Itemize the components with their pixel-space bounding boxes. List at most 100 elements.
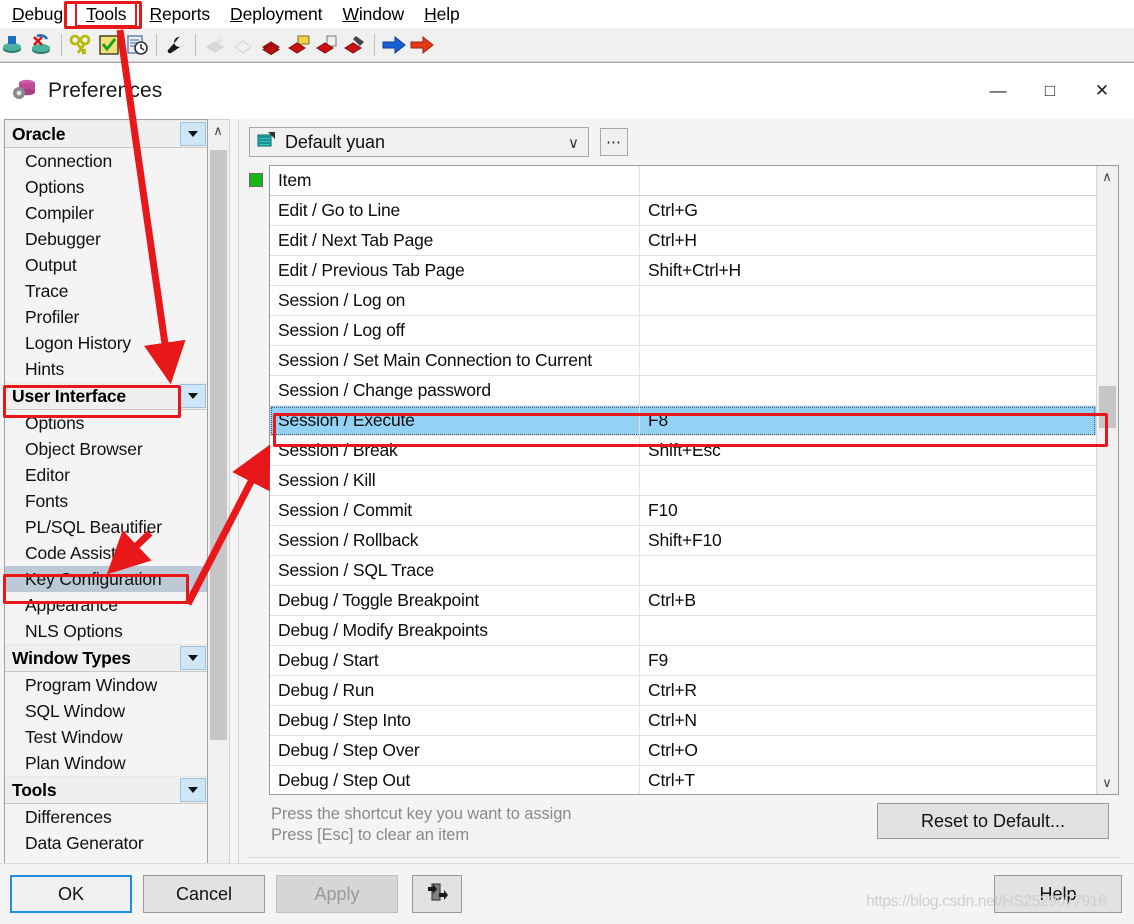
menu-item-tools[interactable]: Tools xyxy=(75,1,138,27)
save-icon[interactable] xyxy=(0,31,28,59)
blue-arrow-right-icon[interactable] xyxy=(380,31,408,59)
table-row[interactable]: Session / Break Shift+Esc xyxy=(270,436,1096,466)
tree-group-expand-button[interactable] xyxy=(180,778,206,802)
maximize-button[interactable]: □ xyxy=(1024,70,1076,112)
key-table-rows-area[interactable]: Item Edit / Go to Line Ctrl+G Edit / Next T… xyxy=(270,166,1096,794)
table-row[interactable]: Debug / Step Out Ctrl+T xyxy=(270,766,1096,794)
table-row[interactable]: Session / SQL Trace xyxy=(270,556,1096,586)
cancel-button[interactable]: Cancel xyxy=(143,875,265,913)
sidebar-item-pl-sql-beautifier[interactable]: PL/SQL Beautifier xyxy=(5,514,207,540)
sidebar-scroll-up-arrow[interactable]: ∧ xyxy=(208,120,228,142)
tree-group-user-interface[interactable]: User Interface xyxy=(5,382,207,410)
sidebar-item-test-window[interactable]: Test Window xyxy=(5,724,207,750)
toolbar-separator xyxy=(195,33,196,56)
sidebar-item-options[interactable]: Options xyxy=(5,174,207,200)
book-folder-icon[interactable] xyxy=(285,31,313,59)
sidebar-item-output[interactable]: Output xyxy=(5,252,207,278)
chevron-down-icon[interactable]: ∨ xyxy=(568,134,579,152)
table-row[interactable]: Session / Kill xyxy=(270,466,1096,496)
sidebar-item-label: Connection xyxy=(25,150,113,171)
sidebar-item-label: Trace xyxy=(25,280,69,301)
books-icon[interactable] xyxy=(257,31,285,59)
sidebar-item-fonts[interactable]: Fonts xyxy=(5,488,207,514)
table-row[interactable]: Edit / Previous Tab Page Shift+Ctrl+H xyxy=(270,256,1096,286)
menu-item-deployment[interactable]: Deployment xyxy=(220,2,332,27)
sidebar-item-plan-window[interactable]: Plan Window xyxy=(5,750,207,776)
sidebar-item-key-configuration[interactable]: Key Configuration xyxy=(5,566,207,592)
new-object-disabled-icon xyxy=(201,31,229,59)
tree-group-tools[interactable]: Tools xyxy=(5,776,207,804)
book-copy-icon[interactable] xyxy=(313,31,341,59)
table-scroll-thumb[interactable] xyxy=(1099,386,1116,428)
sidebar-item-hints[interactable]: Hints xyxy=(5,356,207,382)
sidebar-item-label: Differences xyxy=(25,806,112,827)
table-row[interactable]: Session / Log on xyxy=(270,286,1096,316)
reset-to-default-button[interactable]: Reset to Default... xyxy=(877,803,1109,839)
sidebar-item-options[interactable]: Options xyxy=(5,410,207,436)
key-table-scrollbar[interactable]: ∧ ∨ xyxy=(1096,166,1118,794)
close-button[interactable]: ✕ xyxy=(1076,70,1128,112)
table-row[interactable]: Debug / Step Over Ctrl+O xyxy=(270,736,1096,766)
explain-plan-icon[interactable] xyxy=(123,31,151,59)
table-row[interactable]: Debug / Run Ctrl+R xyxy=(270,676,1096,706)
sidebar-scroll-thumb[interactable] xyxy=(210,150,227,740)
sidebar-scrollbar[interactable]: ∧ ∨ xyxy=(208,119,230,917)
sidebar-item-appearance[interactable]: Appearance xyxy=(5,592,207,618)
table-row[interactable]: Debug / Toggle Breakpoint Ctrl+B xyxy=(270,586,1096,616)
tree-group-oracle[interactable]: Oracle xyxy=(5,120,207,148)
sidebar-item-differences[interactable]: Differences xyxy=(5,804,207,830)
column-header-shortcut[interactable] xyxy=(640,166,1096,195)
table-row[interactable]: Session / Set Main Connection to Current xyxy=(270,346,1096,376)
table-row[interactable]: Debug / Start F9 xyxy=(270,646,1096,676)
menu-item-window[interactable]: Window xyxy=(332,2,414,27)
table-scroll-up-arrow[interactable]: ∧ xyxy=(1097,166,1117,188)
table-row[interactable]: Session / Log off xyxy=(270,316,1096,346)
table-row[interactable]: Session / Change password xyxy=(270,376,1096,406)
sidebar-item-nls-options[interactable]: NLS Options xyxy=(5,618,207,644)
keys-icon[interactable] xyxy=(67,31,95,59)
table-row[interactable]: Session / Commit F10 xyxy=(270,496,1096,526)
sidebar-item-code-assistant[interactable]: Code Assistant xyxy=(5,540,207,566)
red-arrow-right-icon[interactable] xyxy=(408,31,436,59)
table-scroll-down-arrow[interactable]: ∨ xyxy=(1097,772,1117,794)
preferences-category-tree[interactable]: Oracle Connection Options Compiler Debugger O… xyxy=(4,119,208,917)
sidebar-item-sql-window[interactable]: SQL Window xyxy=(5,698,207,724)
preference-set-browse-button[interactable]: ⋯ xyxy=(600,128,628,156)
table-row[interactable]: Edit / Next Tab Page Ctrl+H xyxy=(270,226,1096,256)
table-row[interactable]: Session / Execute F8 xyxy=(270,406,1096,436)
sidebar-item-profiler[interactable]: Profiler xyxy=(5,304,207,330)
menu-item-help[interactable]: Help xyxy=(414,2,470,27)
menu-item-reports[interactable]: Reports xyxy=(139,2,220,27)
dialog-title-bar: Preferences — □ ✕ xyxy=(0,63,1134,119)
tree-group-expand-button[interactable] xyxy=(180,646,206,670)
sidebar-item-compiler[interactable]: Compiler xyxy=(5,200,207,226)
sidebar-item-editor[interactable]: Editor xyxy=(5,462,207,488)
sidebar-item-label: Appearance xyxy=(25,594,118,615)
minimize-button[interactable]: — xyxy=(972,70,1024,112)
sidebar-item-connection[interactable]: Connection xyxy=(5,148,207,174)
book-brush-icon[interactable] xyxy=(341,31,369,59)
tree-group-expand-button[interactable] xyxy=(180,384,206,408)
column-header-item[interactable]: Item xyxy=(270,166,640,195)
table-row[interactable]: Edit / Go to Line Ctrl+G xyxy=(270,196,1096,226)
tree-group-window-types[interactable]: Window Types xyxy=(5,644,207,672)
sidebar-item-debugger[interactable]: Debugger xyxy=(5,226,207,252)
sidebar-item-trace[interactable]: Trace xyxy=(5,278,207,304)
sidebar-item-object-browser[interactable]: Object Browser xyxy=(5,436,207,462)
table-row[interactable]: Debug / Modify Breakpoints xyxy=(270,616,1096,646)
ok-button[interactable]: OK xyxy=(10,875,132,913)
preference-set-combobox[interactable]: Default yuan ∨ xyxy=(249,127,589,157)
sidebar-item-program-window[interactable]: Program Window xyxy=(5,672,207,698)
sidebar-item-logon-history[interactable]: Logon History xyxy=(5,330,207,356)
import-export-button[interactable] xyxy=(412,875,462,913)
save-all-icon[interactable] xyxy=(28,31,56,59)
sidebar-item-data-generator[interactable]: Data Generator xyxy=(5,830,207,856)
test-script-icon[interactable] xyxy=(95,31,123,59)
table-row[interactable]: Session / Rollback Shift+F10 xyxy=(270,526,1096,556)
tree-group-expand-button[interactable] xyxy=(180,122,206,146)
menu-item-debug[interactable]: Debug xyxy=(2,2,73,27)
wrench-icon[interactable] xyxy=(162,31,190,59)
table-row[interactable]: Debug / Step Into Ctrl+N xyxy=(270,706,1096,736)
cell-shortcut: Ctrl+G xyxy=(648,200,698,220)
cell-shortcut xyxy=(640,616,1096,645)
